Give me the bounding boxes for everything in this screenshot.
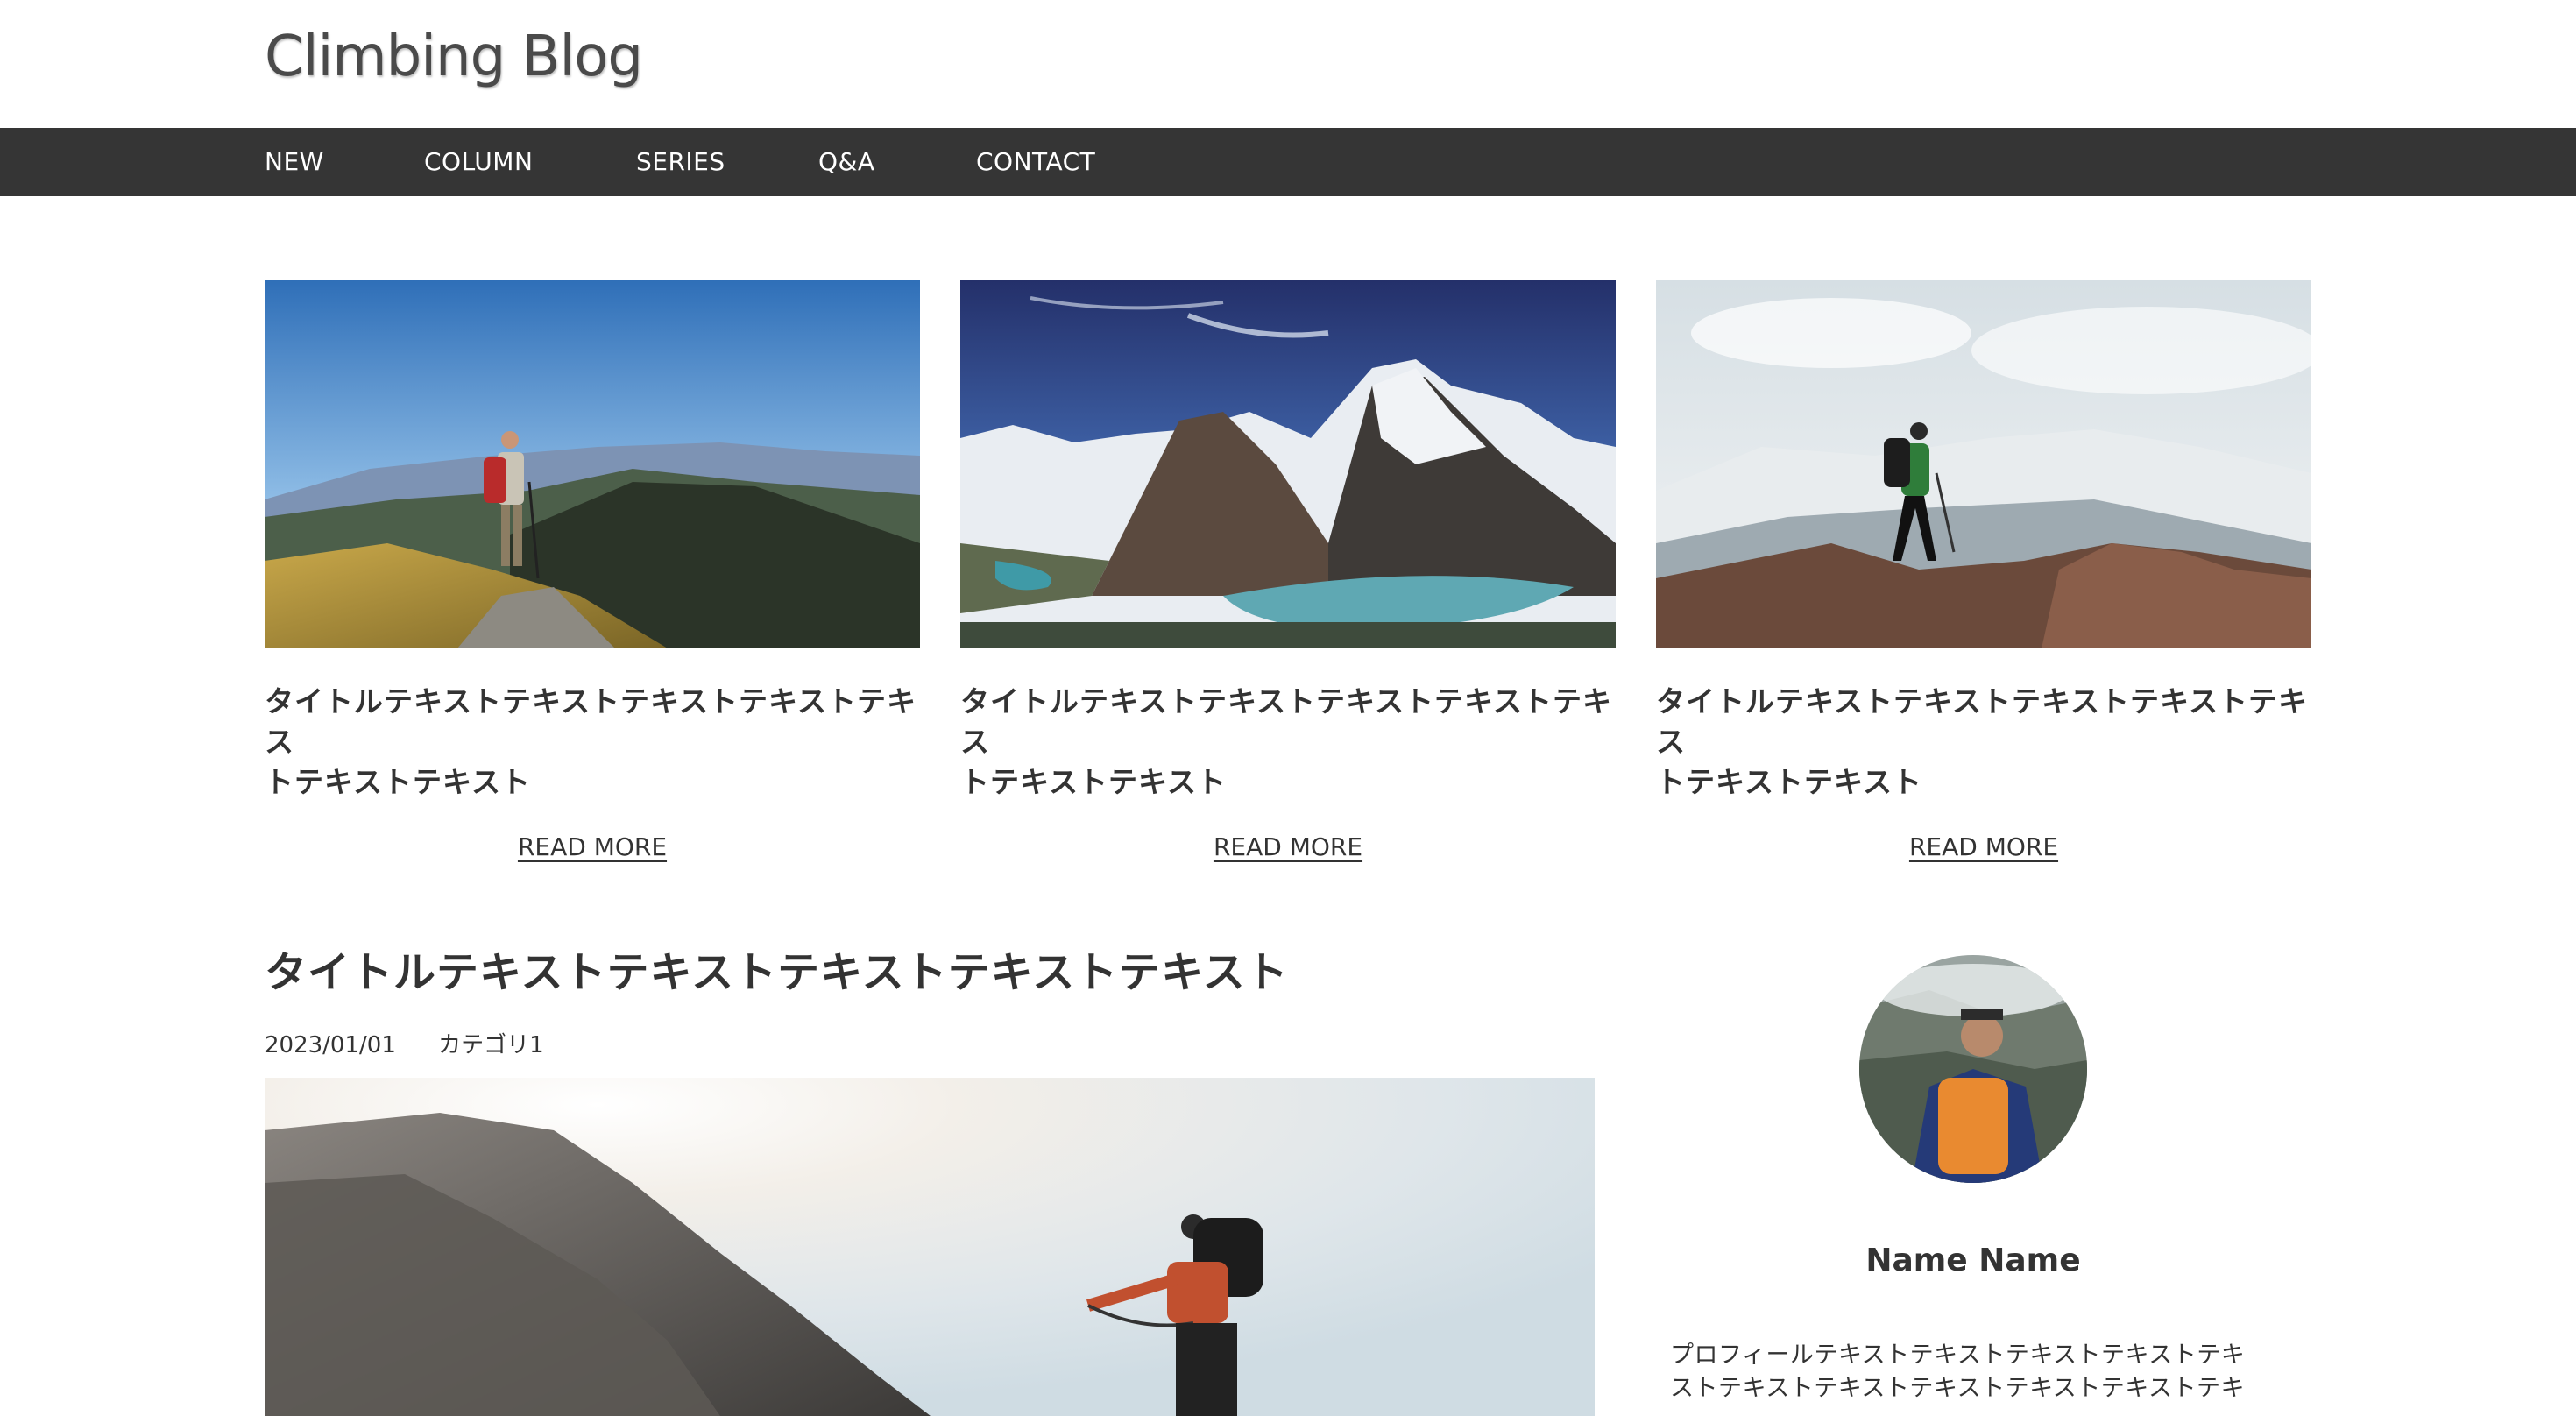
- profile-text-line: ストテキストテキストテキストテキストテキストテキ: [1670, 1375, 2245, 1402]
- card-image-hiker-summit[interactable]: [1656, 280, 2311, 648]
- card-title-line: トテキストテキスト: [960, 765, 1228, 799]
- post-meta: 2023/01/01 カテゴリ1: [265, 1027, 544, 1059]
- card-title-line: トテキストテキスト: [265, 765, 532, 799]
- profile-avatar[interactable]: [1859, 955, 2087, 1183]
- article-card: タイトルテキストテキストテキストテキストテキス トテキストテキスト READ M…: [960, 280, 1616, 861]
- nav-item-new[interactable]: NEW: [265, 128, 324, 196]
- read-more-link[interactable]: READ MORE: [518, 832, 667, 861]
- site-logo[interactable]: Climbing Blog: [265, 25, 643, 89]
- read-more-wrapper: READ MORE: [265, 832, 920, 861]
- read-more-wrapper: READ MORE: [960, 832, 1616, 861]
- card-title[interactable]: タイトルテキストテキストテキストテキストテキス トテキストテキスト: [960, 682, 1616, 803]
- nav-item-qa[interactable]: Q&A: [818, 128, 875, 196]
- article-card: タイトルテキストテキストテキストテキストテキス トテキストテキスト READ M…: [1656, 280, 2311, 861]
- post-date: 2023/01/01: [265, 1032, 396, 1058]
- main-nav: NEW COLUMN SERIES Q&A CONTACT: [0, 128, 2576, 196]
- post-title[interactable]: タイトルテキストテキストテキストテキストテキスト: [265, 938, 1289, 999]
- card-image-hiker-ridge[interactable]: [265, 280, 920, 648]
- card-image-snow-mountain[interactable]: [960, 280, 1616, 648]
- read-more-link[interactable]: READ MORE: [1909, 832, 2058, 861]
- article-card: タイトルテキストテキストテキストテキストテキス トテキストテキスト READ M…: [265, 280, 920, 861]
- card-title[interactable]: タイトルテキストテキストテキストテキストテキス トテキストテキスト: [1656, 682, 2311, 803]
- card-title-line: トテキストテキスト: [1656, 765, 1923, 799]
- nav-item-contact[interactable]: CONTACT: [976, 128, 1095, 196]
- nav-item-series[interactable]: SERIES: [636, 128, 725, 196]
- card-title-line: タイトルテキストテキストテキストテキストテキス: [265, 684, 917, 759]
- profile-text-line: プロフィールテキストテキストテキストテキストテキ: [1670, 1342, 2246, 1369]
- read-more-wrapper: READ MORE: [1656, 832, 2311, 861]
- post-image-climber: [265, 1078, 1595, 1416]
- post-category[interactable]: カテゴリ1: [438, 1032, 544, 1058]
- site-header: Climbing Blog: [0, 0, 2576, 128]
- card-title-line: タイトルテキストテキストテキストテキストテキス: [960, 684, 1613, 759]
- profile-text: プロフィールテキストテキストテキストテキストテキ ストテキストテキストテキストテ…: [1670, 1339, 2283, 1405]
- card-title[interactable]: タイトルテキストテキストテキストテキストテキス トテキストテキスト: [265, 682, 920, 803]
- read-more-link[interactable]: READ MORE: [1214, 832, 1362, 861]
- profile-name: Name Name: [1865, 1243, 2081, 1278]
- nav-item-column[interactable]: COLUMN: [424, 128, 533, 196]
- card-title-line: タイトルテキストテキストテキストテキストテキス: [1656, 684, 2309, 759]
